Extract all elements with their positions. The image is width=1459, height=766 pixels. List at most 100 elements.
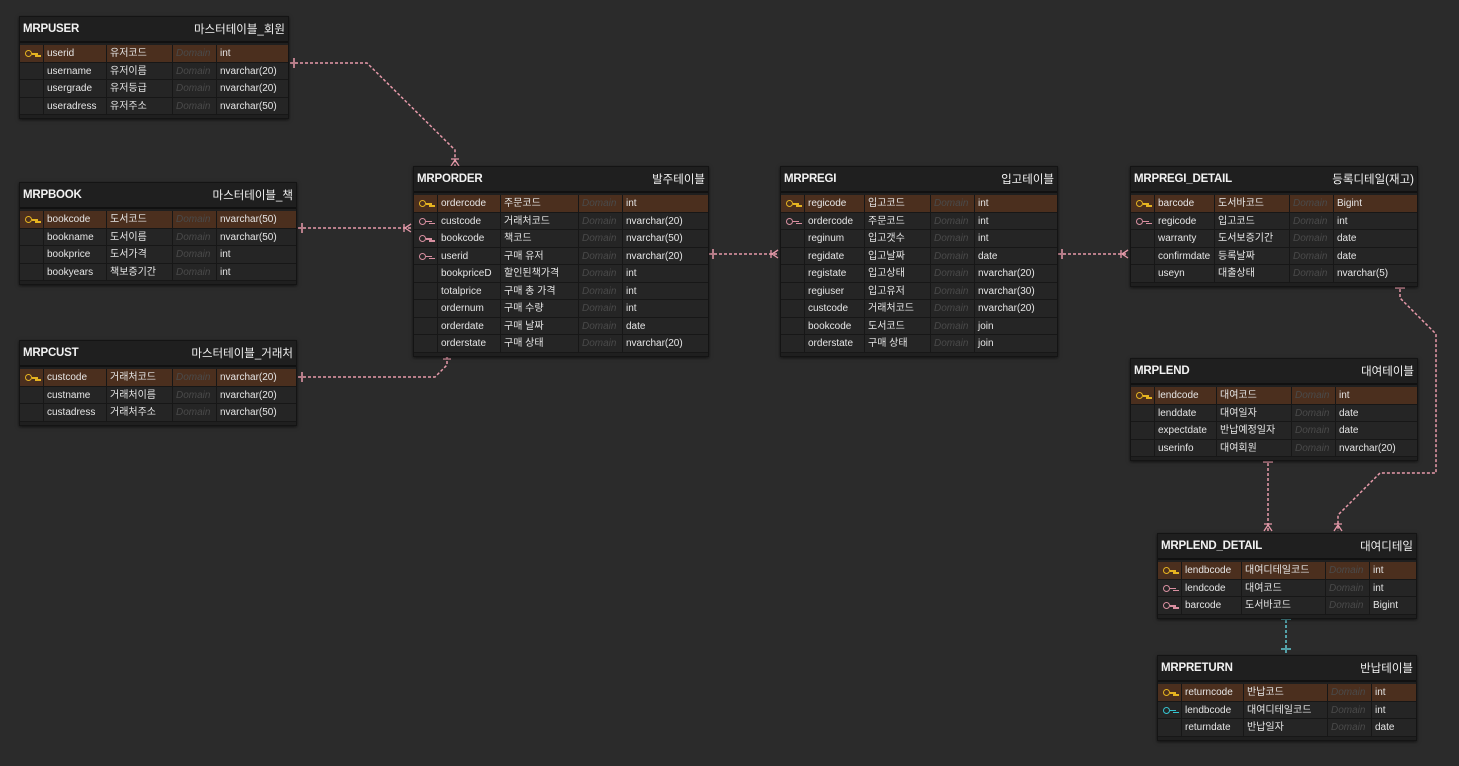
entity-header[interactable]: MRPLEND_DETAIL 대여디테일	[1158, 534, 1416, 560]
column-physical-name: bookyears	[44, 263, 107, 281]
column-row[interactable]: ordercode 주문코드 Domain int	[414, 195, 708, 213]
column-row[interactable]: lendcode 대여코드 Domain int	[1158, 579, 1416, 597]
column-row[interactable]: bookyears 책보증기간 Domain int	[20, 263, 296, 281]
column-list: lendbcode 대여디테일코드 Domain int lendcode 대여코드 Dom…	[1158, 560, 1416, 618]
column-row[interactable]: expectdate 반납예정일자 Domain date	[1131, 422, 1417, 440]
erd-canvas[interactable]: MRPUSER 마스터테이블_회원 userid 유저코드 Domain int usern…	[0, 0, 1459, 766]
entity-header[interactable]: MRPORDER 발주테이블	[414, 167, 708, 193]
column-row[interactable]: returncode 반납코드 Domain int	[1158, 684, 1416, 702]
column-row[interactable]: orderstate 구매 상태 Domain join	[781, 335, 1057, 353]
entity-mrpbook[interactable]: MRPBOOK 마스터테이블_책 bookcode 도서코드 Domain nvarcha…	[19, 182, 297, 285]
column-row[interactable]: registate 입고상태 Domain nvarchar(20)	[781, 265, 1057, 283]
column-physical-name: ordercode	[438, 195, 501, 213]
column-row[interactable]: totalprice 구매 총 가격 Domain int	[414, 282, 708, 300]
column-row[interactable]: lendbcode 대여디테일코드 Domain int	[1158, 701, 1416, 719]
column-row[interactable]: bookcode 책코드 Domain nvarchar(50)	[414, 230, 708, 248]
column-row[interactable]: barcode 도서바코드 Domain Bigint	[1158, 597, 1416, 615]
column-logical-name: 도서바코드	[1242, 597, 1326, 615]
column-domain: Domain	[173, 80, 217, 98]
column-datatype: join	[975, 318, 1057, 335]
entity-header[interactable]: MRPLEND 대여테이블	[1131, 359, 1417, 385]
primary-key-icon	[1136, 199, 1149, 208]
column-row[interactable]: custcode 거래처코드 Domain nvarchar(20)	[781, 300, 1057, 318]
column-logical-name: 도서코드	[107, 211, 173, 229]
column-row[interactable]: bookcode 도서코드 Domain nvarchar(50)	[20, 211, 296, 229]
key-cell	[20, 62, 44, 80]
column-physical-name: useyn	[1155, 265, 1215, 283]
column-row[interactable]: useradress 유저주소 Domain nvarchar(50)	[20, 97, 288, 115]
column-logical-name: 거래처코드	[501, 212, 579, 230]
column-row[interactable]: bookprice 도서가격 Domain int	[20, 246, 296, 264]
key-cell	[20, 97, 44, 115]
entity-header[interactable]: MRPUSER 마스터테이블_회원	[20, 17, 288, 43]
column-row[interactable]: usergrade 유저등급 Domain nvarchar(20)	[20, 80, 288, 98]
entity-header[interactable]: MRPCUST 마스터테이블_거래처	[20, 341, 296, 367]
column-row[interactable]: username 유저이름 Domain nvarchar(20)	[20, 62, 288, 80]
column-row[interactable]: returndate 반납일자 Domain date	[1158, 719, 1416, 737]
column-datatype: date	[975, 248, 1057, 265]
column-datatype: date	[1334, 248, 1417, 265]
column-row[interactable]: userid 구매 유저 Domain nvarchar(20)	[414, 247, 708, 265]
column-row[interactable]: bookname 도서이름 Domain nvarchar(50)	[20, 228, 296, 246]
column-row[interactable]: custname 거래처이름 Domain nvarchar(20)	[20, 386, 296, 404]
entity-mrporder[interactable]: MRPORDER 발주테이블 ordercode 주문코드 Domain int custc…	[413, 166, 709, 357]
entity-header[interactable]: MRPREGI_DETAIL 등록디테일(재고)	[1131, 167, 1417, 193]
column-logical-name: 도서코드	[865, 317, 931, 335]
column-row[interactable]: userid 유저코드 Domain int	[20, 45, 288, 63]
column-row[interactable]: custcode 거래처코드 Domain nvarchar(20)	[20, 369, 296, 387]
column-datatype: nvarchar(50)	[623, 230, 708, 248]
column-logical-name: 도서바코드	[1215, 195, 1290, 213]
column-physical-name: custadress	[44, 404, 107, 422]
column-row[interactable]: bookcode 도서코드 Domain join	[781, 317, 1057, 335]
entity-mrpregi[interactable]: MRPREGI 입고테이블 regicode 입고코드 Domain int orderco…	[780, 166, 1058, 357]
entity-logical-name: 발주테이블	[652, 174, 705, 186]
column-datatype: join	[975, 335, 1057, 353]
column-row[interactable]: bookpriceD 할인된책가격 Domain int	[414, 265, 708, 283]
column-row[interactable]: regidate 입고날짜 Domain date	[781, 247, 1057, 265]
entity-header[interactable]: MRPREGI 입고테이블	[781, 167, 1057, 193]
column-row[interactable]: userinfo 대여회원 Domain nvarchar(20)	[1131, 439, 1417, 457]
column-physical-name: regicode	[805, 195, 865, 213]
column-logical-name: 대여일자	[1217, 404, 1292, 422]
column-logical-name: 대여디테일코드	[1242, 562, 1326, 580]
column-row[interactable]: barcode 도서바코드 Domain Bigint	[1131, 195, 1417, 213]
entity-header[interactable]: MRPRETURN 반납테이블	[1158, 656, 1416, 682]
entity-mrpreturn[interactable]: MRPRETURN 반납테이블 returncode 반납코드 Domain int len…	[1157, 655, 1417, 741]
column-row[interactable]: regicode 입고코드 Domain int	[1131, 212, 1417, 230]
column-row[interactable]: ordercode 주문코드 Domain int	[781, 212, 1057, 230]
column-row[interactable]: lendcode 대여코드 Domain int	[1131, 387, 1417, 405]
column-row[interactable]: lendbcode 대여디테일코드 Domain int	[1158, 562, 1416, 580]
entity-mrpcust[interactable]: MRPCUST 마스터테이블_거래처 custcode 거래처코드 Domain nvar…	[19, 340, 297, 426]
column-row[interactable]: orderstate 구매 상태 Domain nvarchar(20)	[414, 335, 708, 353]
relationship-mrporder-mrpregi	[709, 249, 779, 259]
column-row[interactable]: reginum 입고갯수 Domain int	[781, 230, 1057, 248]
column-row[interactable]: ordernum 구매 수량 Domain int	[414, 300, 708, 318]
column-domain: Domain	[173, 62, 217, 80]
column-datatype: int	[217, 45, 288, 63]
column-datatype: int	[1370, 580, 1416, 597]
column-row[interactable]: custadress 거래처주소 Domain nvarchar(50)	[20, 404, 296, 422]
key-cell	[781, 317, 805, 335]
column-row[interactable]: custcode 거래처코드 Domain nvarchar(20)	[414, 212, 708, 230]
column-domain: Domain	[173, 45, 217, 63]
column-row[interactable]: confirmdate 등록날짜 Domain date	[1131, 247, 1417, 265]
column-datatype: int	[1370, 562, 1416, 580]
column-domain: Domain	[1290, 195, 1334, 213]
entity-header[interactable]: MRPBOOK 마스터테이블_책	[20, 183, 296, 209]
column-row[interactable]: warranty 도서보증기간 Domain date	[1131, 230, 1417, 248]
entity-mrplend[interactable]: MRPLEND 대여테이블 lendcode 대여코드 Domain int lenddat…	[1130, 358, 1418, 461]
column-datatype: nvarchar(30)	[975, 283, 1057, 300]
entity-mrpregi_detail[interactable]: MRPREGI_DETAIL 등록디테일(재고) barcode 도서바코드 Domai…	[1130, 166, 1418, 287]
column-row[interactable]: lenddate 대여일자 Domain date	[1131, 404, 1417, 422]
column-logical-name: 대여디테일코드	[1244, 701, 1328, 719]
column-row[interactable]: orderdate 구매 날짜 Domain date	[414, 317, 708, 335]
column-row[interactable]: useyn 대출상태 Domain nvarchar(5)	[1131, 265, 1417, 283]
entity-mrpuser[interactable]: MRPUSER 마스터테이블_회원 userid 유저코드 Domain int usern…	[19, 16, 289, 119]
column-row[interactable]: regiuser 입고유저 Domain nvarchar(30)	[781, 282, 1057, 300]
entity-logical-name: 대여테이블	[1361, 366, 1414, 378]
column-domain: Domain	[931, 212, 975, 230]
column-datatype: int	[975, 230, 1057, 248]
entity-mrplend_detail[interactable]: MRPLEND_DETAIL 대여디테일 lendbcode 대여디테일코드 Domai…	[1157, 533, 1417, 619]
column-list: barcode 도서바코드 Domain Bigint regicode 입고코드 Doma…	[1131, 193, 1417, 286]
column-row[interactable]: regicode 입고코드 Domain int	[781, 195, 1057, 213]
